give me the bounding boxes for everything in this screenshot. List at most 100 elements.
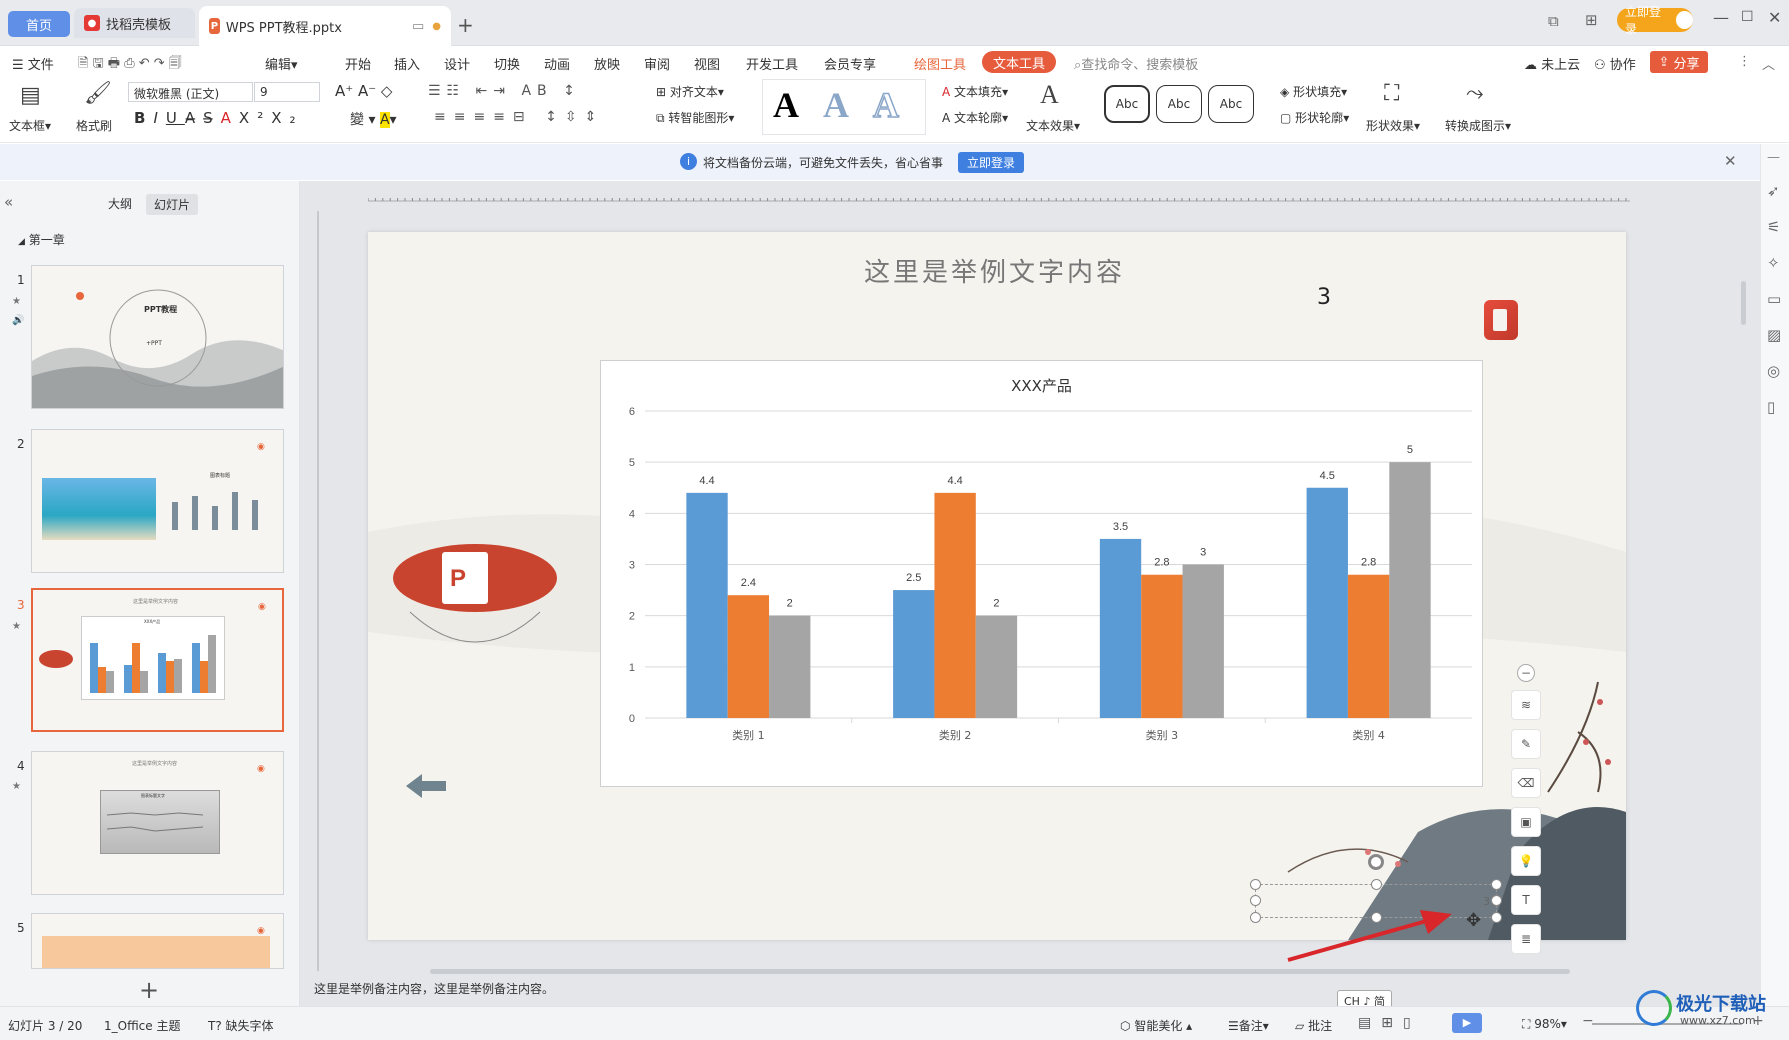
convert-diagram-button[interactable]: 转换成图示▾	[1445, 117, 1511, 134]
slide-thumb-3[interactable]: 这里是举例文字内容 XXX产品 ◉	[31, 588, 284, 732]
text-fill-button[interactable]: A 文本填充▾	[942, 83, 1008, 100]
minimize-icon[interactable]: —	[1713, 8, 1729, 27]
comments-button[interactable]: ▱ 批注	[1295, 1017, 1332, 1034]
font-name-select[interactable]: 微软雅黑 (正文)	[128, 82, 253, 102]
char-spacing-icons[interactable]: 變 ▾ A▾	[350, 109, 397, 129]
menu-design[interactable]: 设计	[444, 54, 470, 73]
maximize-icon[interactable]: ☐	[1741, 9, 1754, 25]
resize-handle-ml[interactable]	[1250, 895, 1261, 906]
play-slideshow-icon[interactable]: ▶	[1452, 1013, 1482, 1033]
sidebar-minus-icon[interactable]: —	[1767, 150, 1780, 165]
new-tab-button[interactable]: +	[457, 13, 474, 37]
text-outline-button[interactable]: A 文本轮廓▾	[942, 109, 1008, 126]
slide-title[interactable]: 这里是举例文字内容	[864, 252, 1125, 289]
notes-text[interactable]: 这里是举例备注内容，这里是举例备注内容。	[314, 980, 554, 997]
tab-home[interactable]: 首页	[8, 11, 70, 37]
collapse-toolbar-icon[interactable]: −	[1517, 664, 1535, 682]
collab-button[interactable]: ⚇ 协作	[1594, 54, 1636, 73]
align-text-button[interactable]: ⊞ 对齐文本▾	[656, 83, 724, 100]
layout-icon[interactable]: ⧉	[1548, 12, 1559, 30]
eraser-icon[interactable]: ⌫	[1511, 768, 1541, 798]
textbox-value[interactable]: 3	[1483, 895, 1490, 908]
menu-start[interactable]: 开始	[345, 54, 371, 73]
textbox-button[interactable]: 文本框▾	[9, 117, 51, 134]
smart-shape-button[interactable]: ⧉ 转智能图形▾	[656, 109, 734, 126]
text-style-black[interactable]: A	[773, 84, 799, 126]
resize-handle-tc[interactable]	[1371, 879, 1382, 890]
slide-thumb-4[interactable]: 这里是举例文字内容 图表标题文字 ◉	[31, 751, 284, 895]
text-style-gallery[interactable]: A A A	[762, 79, 926, 135]
tab-templates[interactable]: ● 找稻壳模板	[74, 8, 195, 38]
menu-animation[interactable]: 动画	[544, 54, 570, 73]
menu-text-tools[interactable]: 文本工具	[982, 51, 1056, 73]
scroll-thumb[interactable]	[430, 969, 1570, 974]
chart[interactable]: XXX产品 0 1 2 3 4 5 6 4.4 2.4 2 类别 1 2.5 4.4 2 类别 2 3.5 2.…	[600, 360, 1483, 787]
text-translate-icon[interactable]: T	[1511, 885, 1541, 915]
animation-icon[interactable]: ✧	[1767, 254, 1780, 272]
tab-outline[interactable]: 大纲	[108, 195, 132, 212]
layers-icon[interactable]: ≋	[1511, 690, 1541, 720]
more-icon[interactable]: ⋮	[1738, 54, 1751, 69]
command-search[interactable]: ⌕查找命令、搜索模板	[1074, 54, 1198, 73]
slide-page-number[interactable]: 3	[1317, 285, 1331, 310]
menu-edit[interactable]: 编辑▾	[265, 54, 298, 73]
tab-slides[interactable]: 幻灯片	[146, 194, 199, 215]
text-style-blue[interactable]: A	[823, 84, 849, 126]
pen-icon[interactable]: ✎	[1511, 729, 1541, 759]
menu-transition[interactable]: 切换	[494, 54, 520, 73]
collapse-ribbon-icon[interactable]: ︿	[1762, 54, 1775, 73]
notes-button[interactable]: ☰备注▾	[1228, 1017, 1269, 1034]
comment-icon[interactable]: ▭	[1767, 290, 1781, 308]
sliders-icon[interactable]: ⚟	[1767, 218, 1780, 236]
chapter-section[interactable]: ◢ 第一章	[18, 231, 65, 248]
vscroll-thumb[interactable]	[1741, 281, 1746, 325]
close-notice-icon[interactable]: ✕	[1724, 152, 1737, 170]
format-painter-button[interactable]: 格式刷	[76, 117, 112, 134]
quick-access-icons[interactable]: 🗎 🖫 🖶 ⎙ ↶ ↷ 🗐	[78, 54, 182, 76]
frame-icon[interactable]: ▣	[1511, 807, 1541, 837]
menu-insert[interactable]: 插入	[394, 54, 420, 73]
collapse-panel-icon[interactable]: «	[4, 193, 13, 211]
text-effect-button[interactable]: 文本效果▾	[1026, 117, 1080, 134]
paragraph-align-buttons[interactable]: ≡≡≡≡⊟ ↕⇳⇕	[434, 109, 604, 125]
monitor-icon[interactable]: ▭	[412, 19, 424, 34]
resize-handle-br[interactable]	[1491, 912, 1502, 923]
zoom-out-icon[interactable]: −	[1582, 1013, 1594, 1029]
resize-handle-tl[interactable]	[1250, 879, 1261, 890]
view-mode-buttons[interactable]: ▤⊞▯	[1358, 1015, 1421, 1031]
font-grow-icons[interactable]: A⁺ A⁻ ◇	[335, 82, 392, 100]
cloud-status[interactable]: ☁ 未上云	[1524, 54, 1580, 73]
shape-style-2[interactable]: Abc	[1156, 85, 1202, 123]
horizontal-scrollbar[interactable]	[310, 966, 1750, 976]
font-size-select[interactable]: 9	[254, 82, 320, 102]
theme-name[interactable]: 1_Office 主题	[104, 1017, 180, 1034]
slide-thumb-5[interactable]: ◉	[31, 913, 284, 969]
lightbulb-icon[interactable]: 💡	[1511, 846, 1541, 876]
apps-grid-icon[interactable]: ⊞	[1585, 11, 1598, 29]
shape-outline-button[interactable]: ▢ 形状轮廓▾	[1280, 109, 1349, 126]
text-wrap-icon[interactable]: ≣	[1511, 924, 1541, 954]
text-style-outline[interactable]: A	[872, 84, 900, 126]
menu-drawing-tools[interactable]: 绘图工具	[914, 54, 966, 73]
rotate-handle-icon[interactable]	[1368, 854, 1384, 870]
vertical-scrollbar[interactable]	[1740, 201, 1748, 961]
shape-style-3[interactable]: Abc	[1208, 85, 1254, 123]
slide-thumb-1[interactable]: PPT教程 +PPT	[31, 265, 284, 409]
slide-thumb-2[interactable]: 图表标题 ◉	[31, 429, 284, 573]
notice-login-button[interactable]: 立即登录	[958, 152, 1024, 173]
menu-member[interactable]: 会员专享	[824, 54, 876, 73]
zoom-control[interactable]: ⛶ 98%▾	[1522, 1017, 1567, 1032]
list-buttons[interactable]: ☰☷ ⇤⇥ AB ↕	[428, 83, 581, 99]
close-window-icon[interactable]: ✕	[1768, 8, 1781, 27]
tab-document[interactable]: P WPS PPT教程.pptx ▭ ●	[199, 6, 451, 46]
resize-handle-tr[interactable]	[1491, 879, 1502, 890]
missing-font[interactable]: T? 缺失字体	[208, 1017, 274, 1034]
share-button[interactable]: ⇪ 分享	[1650, 51, 1708, 73]
menu-view[interactable]: 视图	[694, 54, 720, 73]
menu-developer[interactable]: 开发工具	[746, 54, 798, 73]
book-icon[interactable]: ▯	[1767, 398, 1775, 416]
image-icon[interactable]: ▨	[1767, 326, 1781, 344]
resize-handle-mr[interactable]	[1491, 895, 1502, 906]
back-arrow-icon[interactable]	[404, 772, 448, 800]
shape-effect-button[interactable]: 形状效果▾	[1366, 117, 1420, 134]
